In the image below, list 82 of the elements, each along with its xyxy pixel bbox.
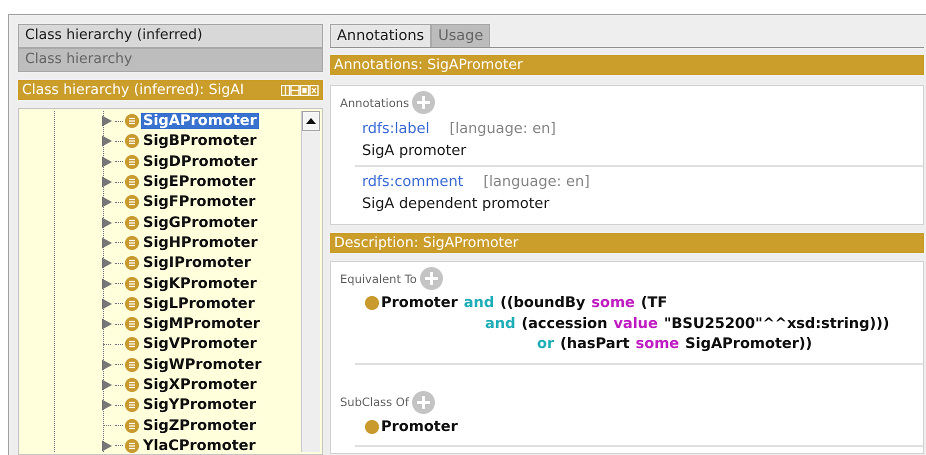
class-icon	[125, 154, 139, 169]
tree-item[interactable]: SigGPromoter	[141, 214, 260, 231]
scroll-up-button[interactable]	[302, 111, 320, 131]
tree-item[interactable]: SigLPromoter	[141, 296, 257, 312]
expression-token: and	[485, 316, 516, 332]
class-icon	[125, 276, 139, 291]
annotation-value: SigA promoter	[362, 143, 468, 159]
expression-token: or	[537, 336, 554, 352]
expression-token: Promoter	[381, 418, 458, 435]
tree-item[interactable]: SigWPromoter	[141, 356, 264, 373]
class-icon	[125, 296, 139, 311]
expression-token: (TF	[640, 295, 668, 312]
class-icon	[125, 378, 139, 392]
property-link[interactable]: rdfs:comment	[362, 174, 464, 190]
tree-item[interactable]: SigFPromoter	[141, 194, 258, 210]
expand-arrow-icon[interactable]	[101, 156, 113, 168]
expand-arrow-icon[interactable]	[101, 440, 113, 452]
class-icon	[125, 398, 139, 412]
expand-arrow-icon[interactable]	[101, 196, 113, 208]
up-arrow-icon	[306, 118, 316, 124]
class-icon	[125, 175, 139, 190]
expand-arrow-icon[interactable]	[101, 176, 113, 188]
expand-arrow-icon[interactable]	[101, 399, 113, 412]
section-label: Annotations	[340, 96, 410, 110]
tree-item[interactable]: SigXPromoter	[141, 377, 259, 393]
expand-arrow-icon[interactable]	[101, 298, 113, 310]
class-icon	[125, 256, 139, 270]
tree-item[interactable]: SigBPromoter	[141, 133, 259, 150]
expand-arrow-icon[interactable]	[101, 236, 113, 249]
expression-token: SigAPromoter))	[685, 336, 812, 352]
tab[interactable]: Annotations	[330, 24, 432, 47]
tree-item[interactable]: SigAPromoter	[141, 113, 259, 130]
window-buttons-icon[interactable]	[281, 84, 319, 96]
class-dot-icon	[365, 296, 379, 310]
expand-arrow-icon[interactable]	[101, 135, 113, 148]
language-tag: [language: en]	[450, 121, 556, 137]
class-icon	[125, 236, 139, 250]
tree-item[interactable]: SigDPromoter	[141, 154, 260, 170]
annotation-value: SigA dependent promoter	[362, 196, 550, 212]
panel-title: Class hierarchy (inferred): SigAI	[22, 82, 245, 98]
tree-item[interactable]: SigIPromoter	[141, 255, 253, 272]
language-tag: [language: en]	[483, 174, 590, 190]
section-label: SubClass Of	[340, 395, 409, 409]
class-icon	[125, 317, 139, 332]
tree-item[interactable]: SigYPromoter	[141, 397, 258, 414]
expand-arrow-icon[interactable]	[101, 318, 113, 330]
tree-item[interactable]: SigEPromoter	[141, 174, 258, 190]
expand-arrow-icon[interactable]	[101, 257, 113, 270]
class-icon	[125, 134, 139, 148]
expression-token: (hasPart	[560, 336, 630, 352]
expression-token: some	[636, 336, 680, 352]
class-icon	[125, 418, 139, 433]
expression-token: ((boundBy	[500, 295, 586, 312]
expand-arrow-icon[interactable]	[101, 379, 113, 391]
class-icon	[125, 438, 139, 453]
expression-token: some	[591, 295, 635, 312]
class-icon	[125, 337, 139, 352]
tree-item[interactable]: SigHPromoter	[141, 234, 260, 251]
expression-token: "BSU25200"^^xsd:string)))	[664, 316, 890, 332]
class-icon	[125, 114, 139, 128]
class-icon	[125, 195, 139, 210]
expand-arrow-icon[interactable]	[101, 115, 113, 128]
expand-arrow-icon[interactable]	[101, 358, 113, 371]
tree-item[interactable]: SigZPromoter	[141, 418, 258, 434]
tree-item[interactable]: SigMPromoter	[141, 316, 262, 332]
section-title: Annotations: SigAPromoter	[330, 55, 924, 75]
class-dot-icon	[365, 420, 379, 434]
expand-arrow-icon[interactable]	[101, 278, 113, 290]
view-tab[interactable]: Class hierarchy (inferred)	[18, 24, 323, 48]
expression-token: (accession	[522, 316, 608, 332]
class-icon	[125, 216, 139, 230]
expression-token: and	[464, 295, 494, 312]
expand-arrow-icon[interactable]	[101, 216, 113, 229]
section-label: Equivalent To	[340, 272, 417, 286]
section-title: Description: SigAPromoter	[330, 233, 924, 253]
expression-token: value	[613, 316, 658, 332]
expression-token: Promoter	[381, 295, 458, 312]
tree-item[interactable]: YlaCPromoter	[141, 438, 258, 454]
tree-item[interactable]: SigVPromoter	[141, 336, 259, 352]
property-link[interactable]: rdfs:label	[362, 121, 430, 137]
class-icon	[125, 358, 139, 372]
tree-item[interactable]: SigKPromoter	[141, 276, 259, 292]
